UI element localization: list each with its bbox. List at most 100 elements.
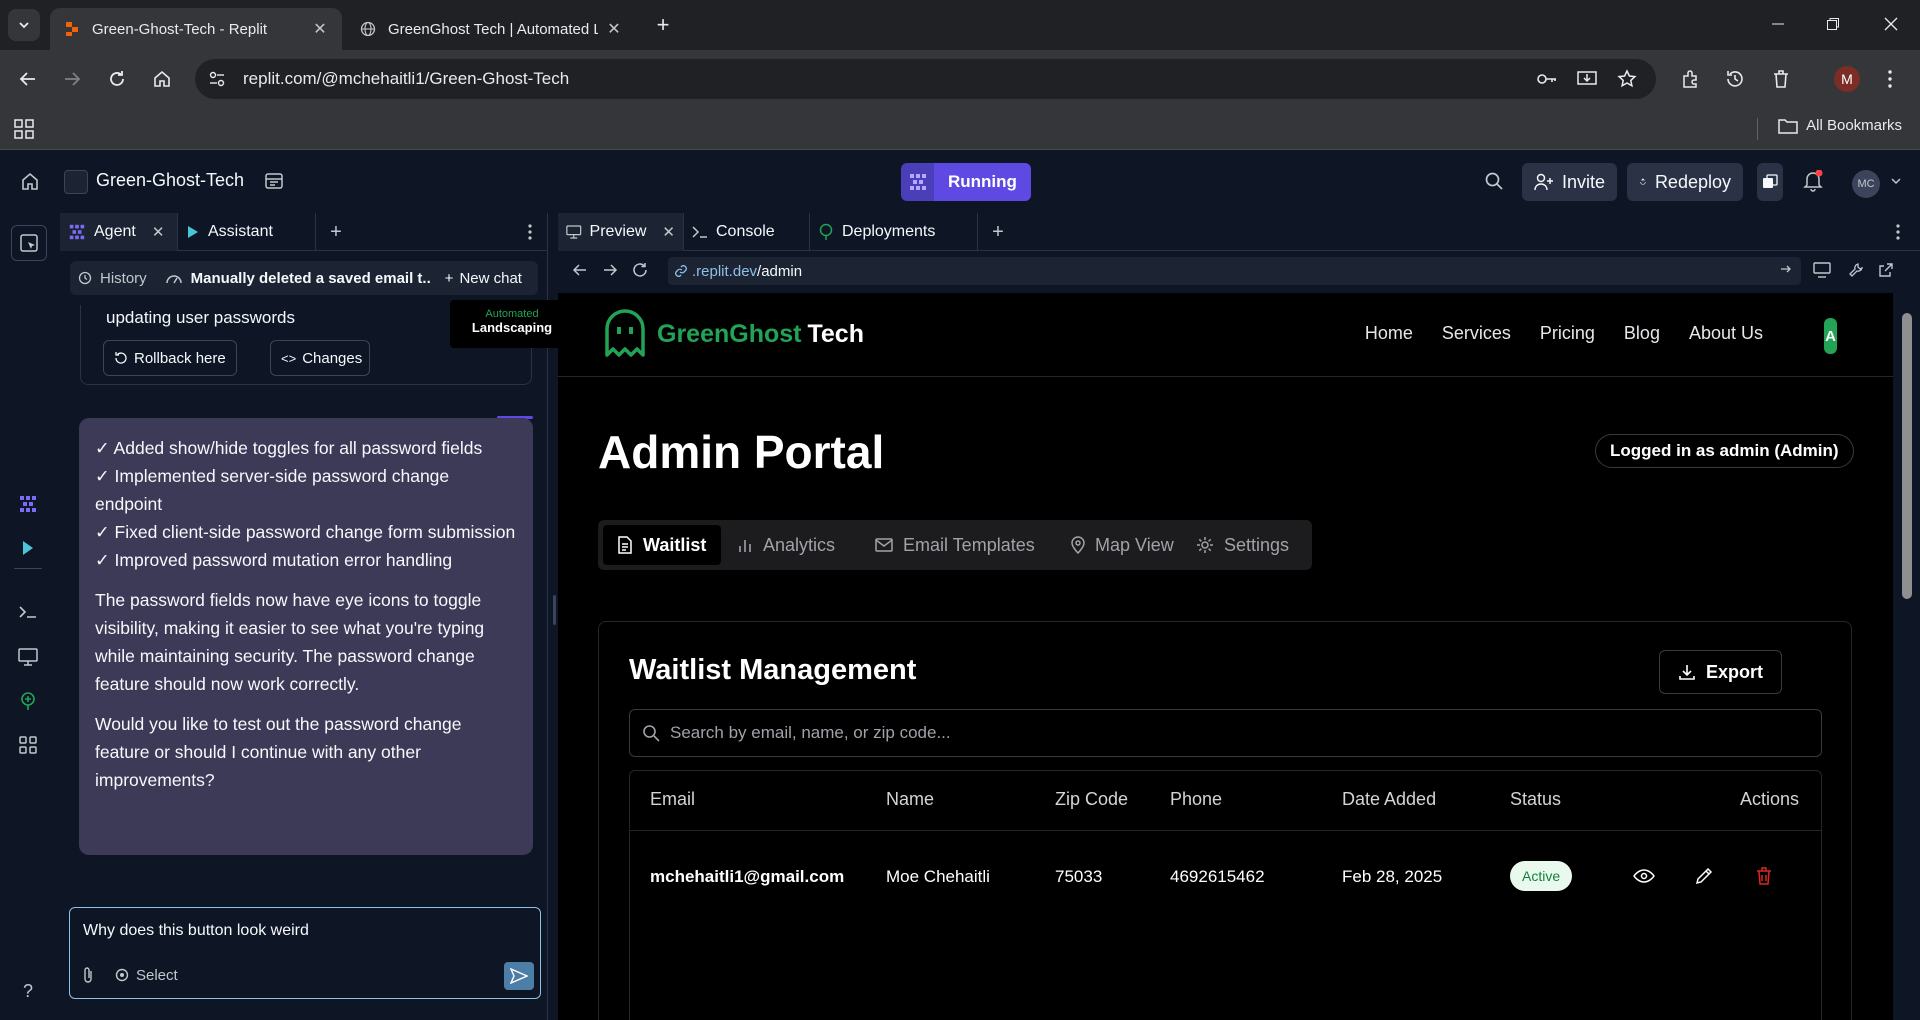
deploy-menu-button[interactable] [1757,163,1783,201]
browser-menu-kebab-icon[interactable] [1874,63,1906,95]
nav-link-about[interactable]: About Us [1689,323,1763,344]
pane-resize-handle[interactable] [553,595,556,625]
devtools-wrench-icon[interactable] [1848,262,1864,278]
redeploy-button[interactable]: Redeploy [1627,163,1743,201]
close-tab-icon[interactable]: ✕ [662,223,675,241]
close-tab-icon[interactable]: ✕ [152,223,165,241]
column-header-name[interactable]: Name [886,789,934,810]
trash-icon[interactable] [1765,63,1797,95]
pane-menu-kebab-icon[interactable] [1888,213,1912,251]
reload-icon[interactable] [632,262,648,278]
attach-paperclip-icon[interactable] [82,966,94,984]
search-icon[interactable] [1481,168,1507,194]
browser-tab-replit[interactable]: Green-Ghost-Tech - Replit ✕ [50,8,342,50]
deployments-icon[interactable] [14,687,42,715]
browser-profile-avatar[interactable]: M [1834,66,1860,92]
site-brand[interactable]: GreenGhost Tech [603,309,864,359]
search-input[interactable]: Search by email, name, or zip code... [629,709,1822,757]
account-avatar-button[interactable]: A [1824,318,1837,354]
apps-grid-icon[interactable] [14,119,34,139]
close-window-icon[interactable] [1868,8,1914,40]
nav-link-pricing[interactable]: Pricing [1540,323,1595,344]
scrollbar-thumb[interactable] [1902,313,1912,599]
column-header-phone[interactable]: Phone [1170,789,1222,810]
nav-link-home[interactable]: Home [1365,323,1413,344]
reload-icon[interactable] [101,63,133,95]
assistant-icon[interactable] [14,534,42,562]
home-icon[interactable] [17,168,43,194]
tab-agent[interactable]: Agent ✕ [60,213,178,251]
tab-waitlist[interactable]: Waitlist [603,525,721,565]
running-button[interactable]: Running [901,163,1031,201]
rollback-button[interactable]: Rollback here [103,340,237,376]
home-icon[interactable] [146,63,178,95]
minimize-icon[interactable] [1755,8,1801,40]
column-header-status[interactable]: Status [1510,789,1561,810]
tab-assistant[interactable]: Assistant [178,213,316,251]
back-arrow-icon[interactable] [572,262,588,278]
chat-title[interactable]: Manually deleted a saved email t... [191,270,431,287]
extensions-icon[interactable] [1675,63,1707,95]
column-header-zip[interactable]: Zip Code [1055,789,1128,810]
add-tab-plus-icon[interactable]: + [978,213,1018,251]
devices-monitor-icon[interactable] [1813,262,1831,278]
all-bookmarks-button[interactable]: All Bookmarks [1778,117,1902,134]
file-tree-toggle-icon[interactable] [11,225,47,261]
tab-console[interactable]: Console [684,213,810,251]
back-arrow-icon[interactable] [12,63,44,95]
column-header-email[interactable]: Email [650,789,695,810]
site-info-icon[interactable] [203,65,231,93]
chat-composer[interactable]: Why does this button look weird Select [69,907,541,999]
preview-scrollbar[interactable] [1893,293,1920,1020]
checkpoint-thumbnail[interactable]: Automated Landscaping [450,300,574,348]
all-tools-grid-icon[interactable] [14,731,42,759]
project-avatar[interactable] [64,170,88,194]
console-icon[interactable] [14,598,42,626]
invite-button[interactable]: Invite [1522,163,1618,201]
notifications-bell-icon[interactable] [1800,168,1826,194]
composer-input[interactable]: Why does this button look weird [83,922,309,940]
tab-search-chevron-icon[interactable] [8,9,40,41]
project-name[interactable]: Green-Ghost-Tech [96,170,244,191]
install-app-icon[interactable] [1571,63,1603,95]
tab-email-templates[interactable]: Email Templates [861,525,1049,565]
address-bar[interactable]: replit.com/@mchehaitli1/Green-Ghost-Tech [195,59,1656,99]
new-chat-button[interactable]: + New chat [445,270,522,287]
project-files-icon[interactable] [261,168,287,194]
nav-link-services[interactable]: Services [1442,323,1511,344]
new-tab-plus-icon[interactable]: + [650,12,676,38]
close-tab-icon[interactable]: ✕ [312,21,328,38]
tab-deployments[interactable]: Deployments [810,213,978,251]
password-key-icon[interactable] [1531,63,1563,95]
changes-button[interactable]: <> Changes [270,340,370,376]
user-avatar[interactable]: MC [1852,170,1880,198]
edit-pencil-icon[interactable] [1693,865,1715,887]
tab-settings[interactable]: Settings [1182,525,1303,565]
send-button[interactable] [504,962,534,990]
export-button[interactable]: Export [1659,650,1783,694]
delete-trash-icon[interactable] [1753,865,1775,887]
pane-menu-kebab-icon[interactable] [520,213,544,251]
close-tab-icon[interactable]: ✕ [606,21,622,38]
chevron-down-icon[interactable] [1883,168,1909,194]
tab-map-view[interactable]: Map View [1057,525,1188,565]
view-eye-icon[interactable] [1633,865,1655,887]
forward-arrow-icon[interactable] [602,262,618,278]
bookmark-star-icon[interactable] [1611,63,1643,95]
preview-monitor-icon[interactable] [14,643,42,671]
add-tab-plus-icon[interactable]: + [316,213,356,251]
go-arrow-icon[interactable] [1779,262,1793,276]
history-icon[interactable] [1719,63,1751,95]
forward-arrow-icon[interactable] [56,63,88,95]
history-button[interactable]: History [100,270,147,287]
nav-link-blog[interactable]: Blog [1624,323,1660,344]
tab-analytics[interactable]: Analytics [723,525,849,565]
restore-icon[interactable] [1810,8,1856,40]
select-element-button[interactable]: Select [114,967,178,984]
agent-icon[interactable] [14,490,42,518]
column-header-date[interactable]: Date Added [1342,789,1436,810]
open-new-tab-icon[interactable] [1878,262,1894,278]
tab-preview[interactable]: Preview ✕ [558,213,684,251]
preview-url-input[interactable]: .replit.dev/admin [668,257,1801,285]
help-question-icon[interactable]: ? [14,977,42,1005]
